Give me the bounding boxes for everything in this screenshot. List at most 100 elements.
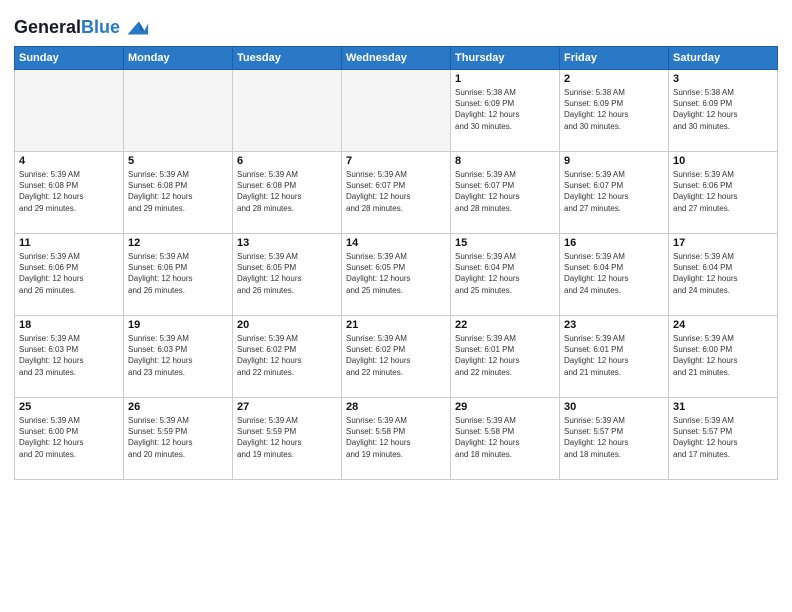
day-number: 14 [346, 237, 446, 249]
day-number: 20 [237, 319, 337, 331]
calendar-cell: 25 Sunrise: 5:39 AMSunset: 6:00 PMDayligh… [15, 398, 124, 480]
calendar-cell [15, 70, 124, 152]
header: GeneralBlue [14, 10, 778, 42]
week-row-5: 25 Sunrise: 5:39 AMSunset: 6:00 PMDayligh… [15, 398, 778, 480]
day-number: 16 [564, 237, 664, 249]
day-number: 1 [455, 73, 555, 85]
calendar-cell: 21 Sunrise: 5:39 AMSunset: 6:02 PMDayligh… [342, 316, 451, 398]
header-row: SundayMondayTuesdayWednesdayThursdayFrid… [15, 47, 778, 70]
calendar-cell: 2 Sunrise: 5:38 AMSunset: 6:09 PMDaylight… [560, 70, 669, 152]
calendar-cell [124, 70, 233, 152]
day-info: Sunrise: 5:39 AMSunset: 6:06 PMDaylight:… [673, 169, 773, 214]
day-info: Sunrise: 5:38 AMSunset: 6:09 PMDaylight:… [673, 87, 773, 132]
day-info: Sunrise: 5:39 AMSunset: 6:08 PMDaylight:… [237, 169, 337, 214]
day-info: Sunrise: 5:39 AMSunset: 5:58 PMDaylight:… [455, 415, 555, 460]
day-info: Sunrise: 5:39 AMSunset: 5:57 PMDaylight:… [564, 415, 664, 460]
page-container: GeneralBlue SundayMondayTuesdayWednesday… [0, 0, 792, 488]
col-header-saturday: Saturday [669, 47, 778, 70]
day-info: Sunrise: 5:39 AMSunset: 6:07 PMDaylight:… [346, 169, 446, 214]
col-header-wednesday: Wednesday [342, 47, 451, 70]
calendar-table: SundayMondayTuesdayWednesdayThursdayFrid… [14, 46, 778, 480]
day-number: 2 [564, 73, 664, 85]
day-number: 21 [346, 319, 446, 331]
day-number: 31 [673, 401, 773, 413]
col-header-tuesday: Tuesday [233, 47, 342, 70]
day-number: 23 [564, 319, 664, 331]
calendar-cell: 5Sunrise: 5:39 AMSunset: 6:08 PMDaylight… [124, 152, 233, 234]
calendar-cell: 13 Sunrise: 5:39 AMSunset: 6:05 PMDayligh… [233, 234, 342, 316]
day-number: 24 [673, 319, 773, 331]
day-number: 10 [673, 155, 773, 167]
day-info: Sunrise: 5:39 AMSunset: 6:07 PMDaylight:… [564, 169, 664, 214]
day-info: Sunrise: 5:39 AMSunset: 5:58 PMDaylight:… [346, 415, 446, 460]
day-info: Sunrise: 5:39 AMSunset: 6:05 PMDaylight:… [346, 251, 446, 296]
day-number: 17 [673, 237, 773, 249]
calendar-cell: 20 Sunrise: 5:39 AMSunset: 6:02 PMDayligh… [233, 316, 342, 398]
calendar-cell: 11Sunrise: 5:39 AMSunset: 6:06 PMDayligh… [15, 234, 124, 316]
day-number: 26 [128, 401, 228, 413]
calendar-cell: 19 Sunrise: 5:39 AMSunset: 6:03 PMDayligh… [124, 316, 233, 398]
calendar-cell: 31 Sunrise: 5:39 AMSunset: 5:57 PMDayligh… [669, 398, 778, 480]
day-info: Sunrise: 5:39 AMSunset: 6:01 PMDaylight:… [455, 333, 555, 378]
day-info: Sunrise: 5:39 AMSunset: 6:02 PMDaylight:… [237, 333, 337, 378]
week-row-3: 11Sunrise: 5:39 AMSunset: 6:06 PMDayligh… [15, 234, 778, 316]
calendar-cell: 9 Sunrise: 5:39 AMSunset: 6:07 PMDaylight… [560, 152, 669, 234]
calendar-cell: 14 Sunrise: 5:39 AMSunset: 6:05 PMDayligh… [342, 234, 451, 316]
calendar-cell: 4 Sunrise: 5:39 AMSunset: 6:08 PMDaylight… [15, 152, 124, 234]
col-header-friday: Friday [560, 47, 669, 70]
day-number: 3 [673, 73, 773, 85]
day-info: Sunrise: 5:39 AMSunset: 6:01 PMDaylight:… [564, 333, 664, 378]
calendar-cell: 8 Sunrise: 5:39 AMSunset: 6:07 PMDaylight… [451, 152, 560, 234]
day-number: 4 [19, 155, 119, 167]
day-info: Sunrise: 5:39 AMSunset: 5:59 PMDaylight:… [237, 415, 337, 460]
day-number: 8 [455, 155, 555, 167]
day-number: 25 [19, 401, 119, 413]
calendar-cell [342, 70, 451, 152]
day-number: 22 [455, 319, 555, 331]
calendar-cell: 10 Sunrise: 5:39 AMSunset: 6:06 PMDayligh… [669, 152, 778, 234]
day-info: Sunrise: 5:39 AMSunset: 6:06 PMDaylight:… [19, 251, 119, 296]
week-row-4: 18 Sunrise: 5:39 AMSunset: 6:03 PMDayligh… [15, 316, 778, 398]
logo-text: GeneralBlue [14, 18, 120, 38]
week-row-1: 1 Sunrise: 5:38 AMSunset: 6:09 PMDaylight… [15, 70, 778, 152]
day-info: Sunrise: 5:39 AMSunset: 6:00 PMDaylight:… [19, 415, 119, 460]
day-number: 30 [564, 401, 664, 413]
calendar-cell [233, 70, 342, 152]
day-info: Sunrise: 5:39 AMSunset: 6:03 PMDaylight:… [128, 333, 228, 378]
calendar-cell: 24 Sunrise: 5:39 AMSunset: 6:00 PMDayligh… [669, 316, 778, 398]
calendar-cell: 26Sunrise: 5:39 AMSunset: 5:59 PMDayligh… [124, 398, 233, 480]
day-info: Sunrise: 5:38 AMSunset: 6:09 PMDaylight:… [564, 87, 664, 132]
calendar-cell: 28Sunrise: 5:39 AMSunset: 5:58 PMDayligh… [342, 398, 451, 480]
col-header-thursday: Thursday [451, 47, 560, 70]
day-number: 19 [128, 319, 228, 331]
day-info: Sunrise: 5:39 AMSunset: 6:08 PMDaylight:… [19, 169, 119, 214]
calendar-cell: 22 Sunrise: 5:39 AMSunset: 6:01 PMDayligh… [451, 316, 560, 398]
day-info: Sunrise: 5:39 AMSunset: 6:07 PMDaylight:… [455, 169, 555, 214]
day-number: 5 [128, 155, 228, 167]
calendar-cell: 3 Sunrise: 5:38 AMSunset: 6:09 PMDaylight… [669, 70, 778, 152]
calendar-cell: 15Sunrise: 5:39 AMSunset: 6:04 PMDayligh… [451, 234, 560, 316]
calendar-cell: 27 Sunrise: 5:39 AMSunset: 5:59 PMDayligh… [233, 398, 342, 480]
day-info: Sunrise: 5:39 AMSunset: 6:04 PMDaylight:… [564, 251, 664, 296]
day-number: 7 [346, 155, 446, 167]
day-info: Sunrise: 5:39 AMSunset: 5:57 PMDaylight:… [673, 415, 773, 460]
col-header-monday: Monday [124, 47, 233, 70]
calendar-cell: 17Sunrise: 5:39 AMSunset: 6:04 PMDayligh… [669, 234, 778, 316]
day-info: Sunrise: 5:39 AMSunset: 6:05 PMDaylight:… [237, 251, 337, 296]
col-header-sunday: Sunday [15, 47, 124, 70]
day-number: 18 [19, 319, 119, 331]
calendar-cell: 30 Sunrise: 5:39 AMSunset: 5:57 PMDayligh… [560, 398, 669, 480]
day-number: 13 [237, 237, 337, 249]
calendar-cell: 7 Sunrise: 5:39 AMSunset: 6:07 PMDaylight… [342, 152, 451, 234]
day-info: Sunrise: 5:39 AMSunset: 6:00 PMDaylight:… [673, 333, 773, 378]
week-row-2: 4 Sunrise: 5:39 AMSunset: 6:08 PMDaylight… [15, 152, 778, 234]
day-number: 29 [455, 401, 555, 413]
day-number: 9 [564, 155, 664, 167]
day-info: Sunrise: 5:38 AMSunset: 6:09 PMDaylight:… [455, 87, 555, 132]
day-info: Sunrise: 5:39 AMSunset: 6:02 PMDaylight:… [346, 333, 446, 378]
logo-icon [122, 14, 150, 42]
day-number: 15 [455, 237, 555, 249]
calendar-cell: 29 Sunrise: 5:39 AMSunset: 5:58 PMDayligh… [451, 398, 560, 480]
day-number: 12 [128, 237, 228, 249]
day-number: 27 [237, 401, 337, 413]
